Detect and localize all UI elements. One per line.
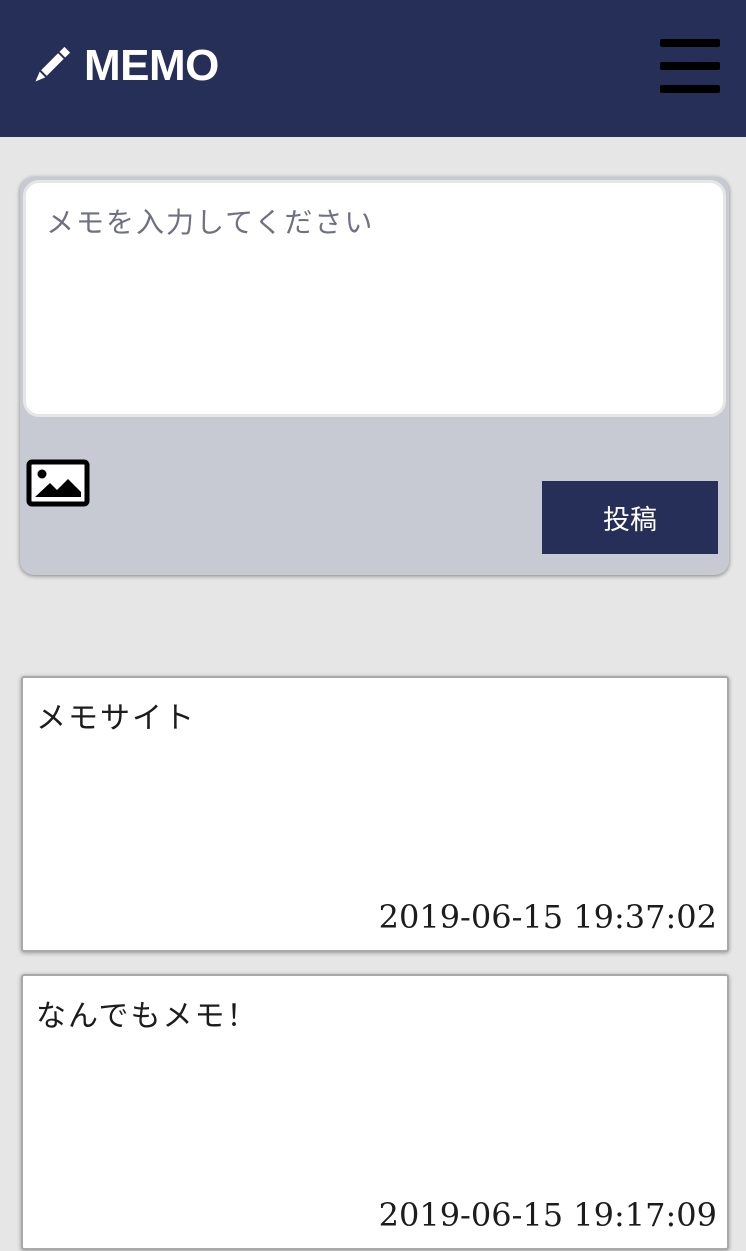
post-button[interactable]: 投稿 [542,481,718,554]
memo-date: 2019-06-15 19:37:02 [378,898,717,936]
memo-text: メモサイト [36,701,196,736]
memo-input[interactable] [23,180,726,417]
app-title: MEMO [84,41,219,90]
pencil-icon [35,46,71,82]
memo-date: 2019-06-15 19:17:09 [378,1196,717,1234]
app-header: MEMO [0,0,746,137]
brand-logo[interactable]: MEMO [30,38,219,94]
memo-card[interactable]: なんでもメモ！ 2019-06-15 19:17:09 [21,974,729,1250]
memo-card[interactable]: メモサイト 2019-06-15 19:37:02 [21,676,729,952]
memo-text: なんでもメモ！ [36,999,259,1034]
hamburger-menu-icon[interactable] [660,39,720,93]
image-icon[interactable] [26,459,90,507]
memo-composer: 投稿 [20,177,729,575]
